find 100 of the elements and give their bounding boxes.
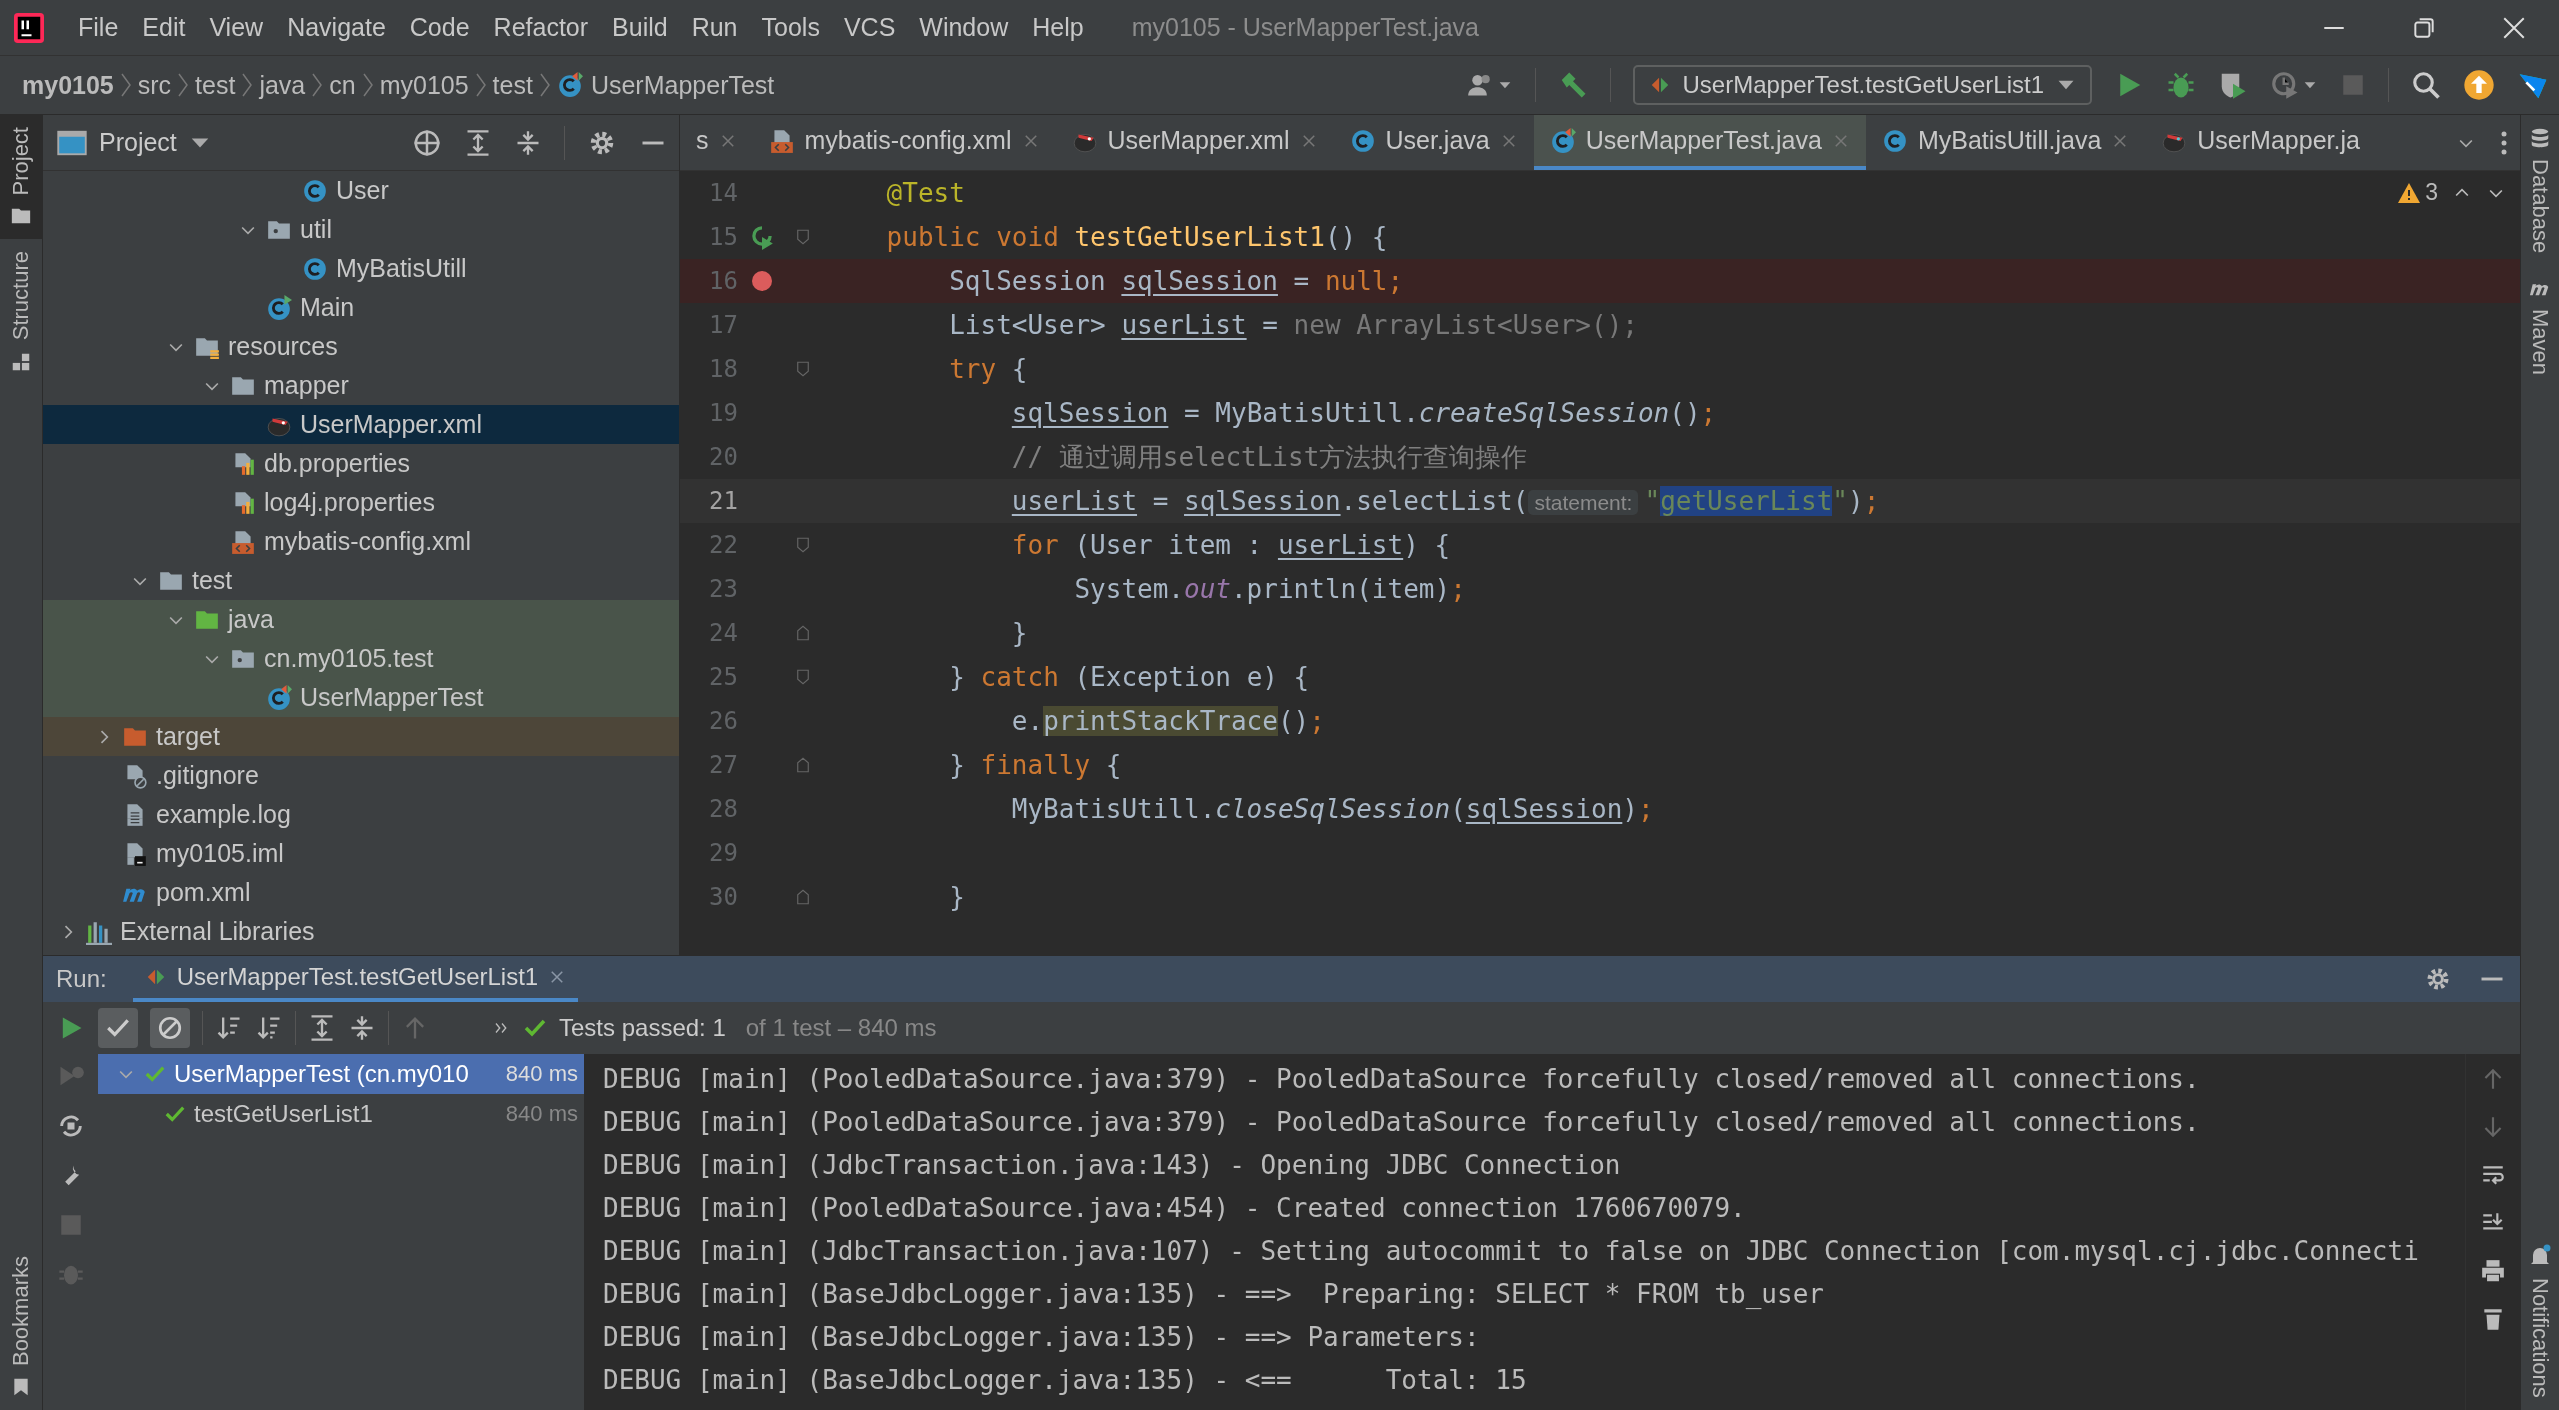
- class-icon: [556, 72, 583, 98]
- show-ignored-button[interactable]: [150, 1008, 190, 1048]
- tree-item[interactable]: User: [43, 171, 679, 210]
- debug-icon[interactable]: [2166, 70, 2196, 100]
- tree-item[interactable]: example.log: [43, 795, 679, 834]
- menu-item[interactable]: Help: [1020, 13, 1096, 42]
- tree-item[interactable]: .gitignore: [43, 756, 679, 795]
- more-icon[interactable]: [2500, 129, 2508, 156]
- tool-window-tab[interactable]: Notifications: [2521, 1232, 2559, 1410]
- update-icon[interactable]: [2463, 69, 2495, 101]
- menu-item[interactable]: Build: [600, 13, 680, 42]
- test-item[interactable]: UserMapperTest (cn.my010 840 ms: [98, 1054, 584, 1094]
- fold-icon[interactable]: [794, 755, 812, 775]
- tree-item[interactable]: mybatis-config.xml: [43, 522, 679, 561]
- menu-item[interactable]: VCS: [831, 13, 908, 42]
- tree-item[interactable]: test: [43, 561, 679, 600]
- test-summary: of 1 test – 840 ms: [745, 1014, 937, 1042]
- run-configuration-dropdown[interactable]: UserMapperTest.testGetUserList1: [1632, 65, 2092, 105]
- tree-item[interactable]: Main: [43, 288, 679, 327]
- menu-item[interactable]: View: [197, 13, 276, 42]
- run-tab[interactable]: UserMapperTest.testGetUserList1: [132, 956, 579, 1002]
- tree-item[interactable]: resources: [43, 327, 679, 366]
- warning-count[interactable]: 3: [2425, 179, 2438, 206]
- fold-icon[interactable]: [794, 887, 812, 907]
- breadcrumb-item[interactable]: test: [492, 70, 533, 100]
- show-passed-button[interactable]: [98, 1008, 138, 1048]
- test-item[interactable]: testGetUserList1 840 ms: [98, 1094, 584, 1134]
- separator-icon: [361, 72, 374, 98]
- line-number: 25: [708, 663, 739, 691]
- breadcrumb-item[interactable]: src: [137, 70, 172, 100]
- tool-window-tab[interactable]: Maven: [2521, 265, 2559, 388]
- editor-tab[interactable]: User.java: [1333, 115, 1534, 170]
- editor-tab[interactable]: MyBatisUtill.java: [1865, 115, 2146, 170]
- menu-item[interactable]: Run: [679, 13, 750, 42]
- menu-item[interactable]: Navigate: [275, 13, 398, 42]
- class-icon: [266, 294, 292, 321]
- editor-tab[interactable]: UserMapper.ja: [2145, 115, 2376, 170]
- tool-window-tab[interactable]: Structure: [0, 239, 42, 385]
- line-number: 28: [708, 795, 739, 823]
- code-line: } catch (Exception e) {: [949, 662, 1310, 692]
- breadcrumb-item[interactable]: java: [259, 70, 306, 100]
- tree-item[interactable]: log4j.properties: [43, 483, 679, 522]
- menu-item[interactable]: File: [66, 13, 131, 42]
- tool-window-tab[interactable]: Bookmarks: [0, 1243, 42, 1410]
- console-line: DEBUG [main] (BaseJdbcLogger.java:135) - <== Total: 15: [603, 1364, 1528, 1397]
- tree-item[interactable]: External Libraries: [43, 912, 679, 951]
- print-icon[interactable]: [2480, 1258, 2506, 1284]
- fold-icon[interactable]: [794, 535, 812, 555]
- tree-item[interactable]: util: [43, 210, 679, 249]
- editor-tab[interactable]: s: [680, 115, 753, 170]
- line-number: 15: [708, 223, 739, 251]
- tree-item[interactable]: mapper: [43, 366, 679, 405]
- menu-item[interactable]: Refactor: [481, 13, 601, 42]
- separator-icon: [119, 72, 132, 98]
- search-icon[interactable]: [2411, 70, 2441, 100]
- editor-tab[interactable]: mybatis-config.xml: [752, 115, 1056, 170]
- fold-icon[interactable]: [794, 227, 812, 247]
- breadcrumb-item[interactable]: my0105: [379, 70, 469, 100]
- breadcrumb-item[interactable]: test: [195, 70, 236, 100]
- line-number: 29: [708, 839, 739, 867]
- separator-icon: [538, 72, 551, 98]
- tree-item[interactable]: target: [43, 717, 679, 756]
- code-line: System.out.println(item);: [1074, 574, 1466, 604]
- tool-window-tab[interactable]: Database: [2521, 115, 2559, 266]
- breakpoint-icon[interactable]: [750, 269, 774, 293]
- breadcrumb-item[interactable]: cn: [329, 70, 356, 100]
- tree-item[interactable]: MyBatisUtill: [43, 249, 679, 288]
- separator-icon: [241, 72, 254, 98]
- menu-item[interactable]: Edit: [130, 13, 198, 42]
- tree-item[interactable]: java: [43, 600, 679, 639]
- class-icon: [302, 255, 328, 282]
- line-number: 27: [708, 751, 739, 779]
- line-number: 24: [708, 619, 739, 647]
- tree-item[interactable]: UserMapperTest: [43, 678, 679, 717]
- tree-item[interactable]: db.properties: [43, 444, 679, 483]
- code-line: userList = sqlSession.selectList( statement: "getUserList");: [1011, 486, 1880, 516]
- run-test-icon[interactable]: [749, 224, 775, 250]
- tree-item[interactable]: UserMapper.xml: [43, 405, 679, 444]
- code-line: public void testGetUserList1() {: [886, 222, 1388, 252]
- tree-item[interactable]: my0105.iml: [43, 834, 679, 873]
- tool-window-tab[interactable]: Project: [0, 115, 42, 240]
- panel-title[interactable]: Project: [99, 128, 177, 157]
- editor-tab[interactable]: UserMapperTest.java: [1533, 115, 1866, 170]
- breadcrumb-item[interactable]: UserMapperTest: [590, 70, 775, 100]
- breadcrumb-item[interactable]: my0105: [22, 70, 114, 100]
- line-number: 17: [708, 311, 739, 339]
- fold-icon[interactable]: [794, 623, 812, 643]
- editor-tab[interactable]: UserMapper.xml: [1055, 115, 1334, 170]
- fold-icon[interactable]: [794, 667, 812, 687]
- profiler-icon[interactable]: [2270, 70, 2300, 100]
- code-line: sqlSession = MyBatisUtill.createSqlSession();: [1011, 398, 1717, 428]
- fold-icon[interactable]: [794, 359, 812, 379]
- menu-item[interactable]: Code: [397, 13, 482, 42]
- menu-item[interactable]: Window: [907, 13, 1021, 42]
- separator-icon: [474, 72, 487, 98]
- panel-title: Run:: [56, 965, 107, 993]
- line-number: 23: [708, 575, 739, 603]
- tree-item[interactable]: pom.xml: [43, 873, 679, 912]
- menu-item[interactable]: Tools: [749, 13, 832, 42]
- tree-item[interactable]: cn.my0105.test: [43, 639, 679, 678]
